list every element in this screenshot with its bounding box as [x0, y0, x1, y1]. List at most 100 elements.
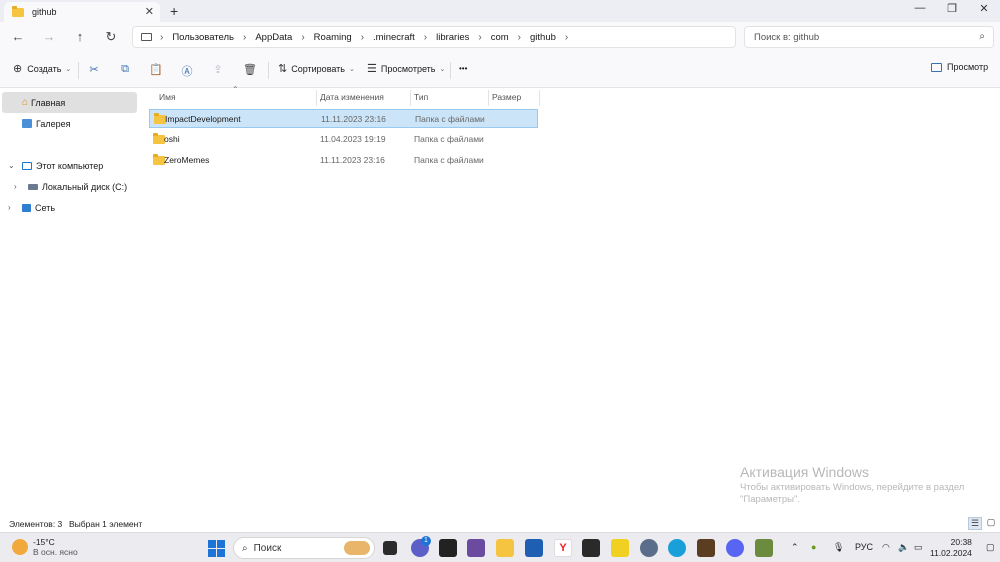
- sidebar-item-label: Сеть: [35, 202, 56, 213]
- chevron-right-icon[interactable]: ›: [565, 32, 568, 43]
- chevron-right-icon[interactable]: ›: [478, 32, 481, 43]
- file-explorer-icon[interactable]: [496, 539, 514, 557]
- tab-close-icon[interactable]: ✕: [145, 5, 154, 18]
- discord-icon[interactable]: [726, 539, 744, 557]
- tiles-view-icon[interactable]: ▢: [984, 517, 998, 530]
- back-button[interactable]: ←: [9, 29, 27, 44]
- chevron-right-icon[interactable]: ›: [518, 32, 521, 43]
- store-icon[interactable]: [525, 539, 543, 557]
- table-row[interactable]: ImpactDevelopment 11.11.2023 23:16 Папка…: [149, 109, 538, 128]
- breadcrumb-appdata[interactable]: AppData: [255, 32, 292, 43]
- breadcrumb-libraries[interactable]: libraries: [436, 32, 469, 43]
- microphone-icon[interactable]: 🎙: [833, 542, 844, 553]
- navigation-pane: ⌂ Главная Галерея ⌄ Этот компьютер › Лок…: [0, 88, 140, 514]
- column-header-size[interactable]: Размер: [492, 92, 521, 102]
- breadcrumb-github[interactable]: github: [530, 32, 556, 43]
- weather-desc: В осн. ясно: [33, 547, 78, 557]
- activation-watermark-title: Активация Windows: [740, 464, 870, 480]
- wifi-icon[interactable]: ◠: [882, 542, 890, 553]
- up-button[interactable]: ↑: [71, 29, 89, 44]
- weather-icon[interactable]: [12, 539, 28, 555]
- column-divider[interactable]: [316, 90, 317, 106]
- details-view-icon[interactable]: ☰: [968, 517, 982, 530]
- cut-icon[interactable]: ✂: [86, 63, 102, 76]
- volume-icon[interactable]: 🔈: [898, 542, 909, 553]
- column-divider[interactable]: [539, 90, 540, 106]
- new-tab-button[interactable]: +: [170, 3, 178, 19]
- column-header-date[interactable]: Дата изменения: [320, 92, 384, 102]
- column-header-type[interactable]: Тип: [414, 92, 428, 102]
- sidebar-item-local-disk[interactable]: › Локальный диск (C:): [2, 176, 137, 197]
- maximize-button[interactable]: ❐: [942, 2, 962, 15]
- table-row[interactable]: oshi 11.04.2023 19:19 Папка с файлами: [149, 130, 538, 149]
- chevron-right-icon[interactable]: ›: [361, 32, 364, 43]
- more-options-button[interactable]: •••: [459, 64, 467, 73]
- chevron-down-icon[interactable]: ⌄: [8, 161, 15, 170]
- copy-icon[interactable]: ⧉: [117, 63, 133, 76]
- close-button[interactable]: ✕: [974, 2, 994, 15]
- forward-button[interactable]: →: [40, 29, 58, 44]
- edge-icon[interactable]: [668, 539, 686, 557]
- paste-icon[interactable]: 📋: [148, 63, 164, 76]
- chevron-right-icon[interactable]: ›: [14, 182, 17, 191]
- minecraft-icon[interactable]: [697, 539, 715, 557]
- sort-indicator-icon: ⌃: [232, 85, 239, 94]
- column-divider[interactable]: [488, 90, 489, 106]
- yandex-music-icon[interactable]: [611, 539, 629, 557]
- refresh-button[interactable]: ↻: [102, 29, 120, 45]
- breadcrumb-roaming[interactable]: Roaming: [314, 32, 352, 43]
- share-icon[interactable]: ⇪: [210, 63, 226, 76]
- minimize-button[interactable]: —: [910, 2, 930, 14]
- toolbar-divider: [78, 62, 79, 79]
- chevron-up-icon[interactable]: ⌃: [791, 542, 799, 553]
- create-button[interactable]: ⊕ Создать ⌄: [13, 62, 71, 75]
- sidebar-item-gallery[interactable]: Галерея: [2, 113, 137, 134]
- file-type: Папка с файлами: [415, 114, 485, 124]
- windows-start-icon[interactable]: [208, 540, 225, 557]
- capcut-icon[interactable]: [439, 539, 457, 557]
- title-bar: github ✕ + — ❐ ✕: [0, 0, 1000, 22]
- battery-icon[interactable]: ▭: [914, 542, 923, 553]
- breadcrumb-minecraft[interactable]: .minecraft: [373, 32, 415, 43]
- chevron-right-icon[interactable]: ›: [243, 32, 246, 43]
- minecraft-launcher-icon[interactable]: [755, 539, 773, 557]
- table-row[interactable]: ZeroMemes 11.11.2023 23:16 Папка с файла…: [149, 151, 538, 170]
- sidebar-item-home[interactable]: ⌂ Главная: [2, 92, 137, 113]
- search-input[interactable]: Поиск в: github ⌕: [744, 26, 994, 48]
- taskbar-search[interactable]: ⌕ Поиск: [233, 537, 375, 559]
- notifications-icon[interactable]: ▢: [986, 542, 995, 553]
- settings-icon[interactable]: [640, 539, 658, 557]
- tab-github[interactable]: github ✕: [4, 2, 160, 22]
- breadcrumb-user[interactable]: Пользователь: [172, 32, 234, 43]
- app-icon[interactable]: [467, 539, 485, 557]
- sidebar-item-this-pc[interactable]: ⌄ Этот компьютер: [2, 155, 137, 176]
- preview-pane-button[interactable]: Просмотр: [931, 62, 988, 72]
- app-icon[interactable]: [582, 539, 600, 557]
- network-icon: [22, 203, 31, 212]
- chevron-right-icon[interactable]: ›: [424, 32, 427, 43]
- task-view-icon[interactable]: [383, 541, 397, 555]
- rename-icon[interactable]: Ⓐ: [179, 63, 195, 79]
- address-bar[interactable]: › Пользователь › AppData › Roaming › .mi…: [132, 26, 736, 48]
- chevron-right-icon[interactable]: ›: [8, 203, 11, 212]
- chevron-down-icon: ⌄: [65, 65, 72, 73]
- chevron-right-icon[interactable]: ›: [160, 32, 163, 43]
- sidebar-item-network[interactable]: › Сеть: [2, 197, 137, 218]
- toolbar-divider: [450, 62, 451, 79]
- view-button[interactable]: ☰ Просмотреть ⌄: [367, 62, 445, 75]
- column-header-name[interactable]: Имя: [159, 92, 176, 102]
- yandex-browser-icon[interactable]: Y: [554, 539, 572, 557]
- column-divider[interactable]: [410, 90, 411, 106]
- clock[interactable]: 20:38 11.02.2024: [930, 537, 972, 559]
- tray-app-icon[interactable]: ●: [811, 542, 816, 552]
- clock-time: 20:38: [950, 537, 972, 547]
- chevron-right-icon[interactable]: ›: [301, 32, 304, 43]
- language-indicator[interactable]: РУС: [855, 542, 873, 552]
- file-type: Папка с файлами: [414, 134, 484, 144]
- search-placeholder: Поиск в: github: [754, 31, 820, 43]
- weather-widget[interactable]: -15°C В осн. ясно: [33, 537, 78, 557]
- delete-icon[interactable]: 🗑: [242, 63, 258, 76]
- sort-button[interactable]: ⇅ Сортировать ⌄: [278, 62, 355, 75]
- file-date: 11.11.2023 23:16: [320, 155, 385, 165]
- breadcrumb-com[interactable]: com: [491, 32, 509, 43]
